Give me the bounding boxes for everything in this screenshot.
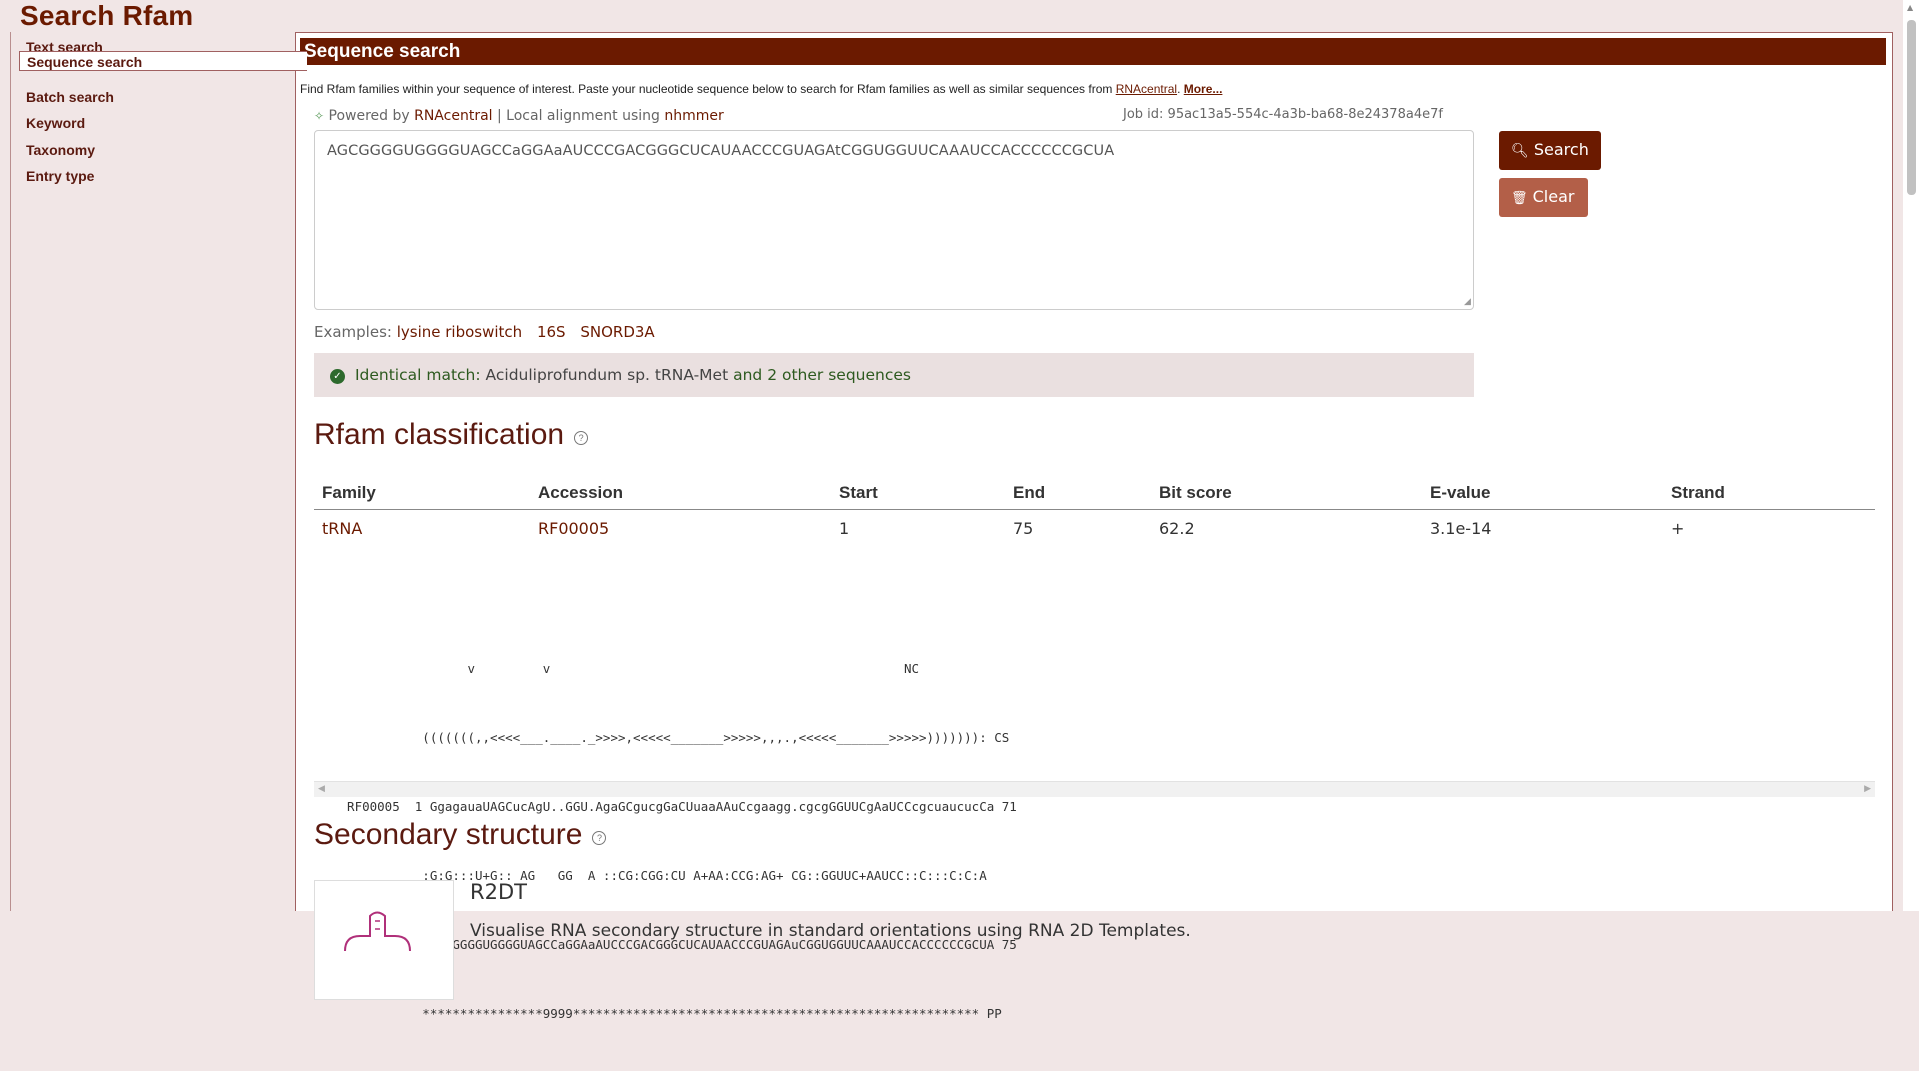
alignment-line: ****************9999********************… (332, 1006, 1002, 1021)
end-cell: 75 (1013, 519, 1034, 538)
job-id: Job id: 95ac13a5-554c-4a3b-ba68-8e24378a… (1123, 107, 1443, 122)
secondary-title-text: Secondary structure (314, 818, 583, 851)
r2dt-title[interactable]: R2DT (470, 880, 527, 904)
help-icon[interactable]: ? (592, 831, 607, 845)
scroll-left-icon[interactable]: ◀ (318, 782, 325, 797)
match-suffix[interactable]: and 2 other sequences (733, 366, 911, 384)
scroll-right-icon[interactable]: ▶ (1864, 782, 1871, 797)
classification-title-text: Rfam classification (314, 418, 565, 451)
search-button[interactable]: 🔍︎ Search (1499, 131, 1601, 170)
match-value[interactable]: Aciduliprofundum sp. tRNA-Met (486, 366, 729, 384)
clear-button-label: Clear (1532, 187, 1575, 206)
col-accession: Accession (530, 477, 831, 510)
col-bit-score: Bit score (1151, 477, 1422, 510)
sparkle-icon: ✧ (314, 109, 325, 123)
example-snord3a[interactable]: SNORD3A (580, 323, 654, 341)
alignment-line: v v NC (332, 661, 919, 676)
col-strand: Strand (1663, 477, 1875, 510)
alignment-line: RF00005 1 GgagauaUAGCucAgU..GGU.AgaGCguc… (332, 799, 1017, 814)
table-row: tRNA RF00005 1 75 62.2 3.1e-14 + (314, 510, 1875, 548)
strand-cell: + (1671, 519, 1685, 538)
section-header: Sequence search (300, 38, 1886, 65)
bit-score-cell: 62.2 (1159, 519, 1195, 538)
vertical-scrollbar[interactable]: ▲ (1903, 0, 1919, 911)
sidebar-item-taxonomy[interactable]: Taxonomy (26, 142, 95, 158)
intro-text: Find Rfam families within your sequence … (300, 82, 1222, 96)
search-icon: 🔍︎ (1511, 143, 1529, 159)
sequence-value: AGCGGGGUGGGGUAGCCaGGAaAUCCCGACGGGCUCAUAA… (327, 143, 1115, 159)
resize-handle-icon[interactable]: ◢ (1464, 297, 1471, 307)
alignment-line: (((((((,,<<<<___.____._>>>>,<<<<<_______… (332, 730, 1010, 745)
evalue-cell: 3.1e-14 (1430, 519, 1492, 538)
powered-prefix: Powered by (328, 108, 415, 124)
r2dt-thumbnail[interactable] (314, 880, 454, 1000)
results-table: Family Accession Start End Bit score E-v… (314, 477, 1875, 547)
scroll-up-icon[interactable]: ▲ (1907, 3, 1913, 12)
identical-match-banner: ✓ Identical match: Aciduliprofundum sp. … (314, 353, 1474, 397)
clear-button[interactable]: 🗑︎ Clear (1499, 178, 1588, 217)
more-link[interactable]: More... (1184, 82, 1223, 96)
help-icon[interactable]: ? (574, 431, 589, 445)
horizontal-scrollbar[interactable]: ◀ ▶ (314, 781, 1875, 797)
intro-body: Find Rfam families within your sequence … (300, 82, 1116, 96)
main-panel: Sequence search Find Rfam families withi… (295, 32, 1893, 1021)
r2dt-description: Visualise RNA secondary structure in sta… (470, 921, 1191, 941)
trash-icon: 🗑︎ (1511, 191, 1528, 206)
rfam-classification-title: Rfam classification? (314, 418, 589, 452)
scrollbar-thumb[interactable] (1907, 20, 1916, 195)
sequence-input[interactable]: AGCGGGGUGGGGUAGCCaGGAaAUCCCGACGGGCUCAUAA… (314, 130, 1474, 310)
rna-structure-icon (344, 911, 411, 952)
accession-link[interactable]: RF00005 (530, 510, 831, 548)
powered-divider: | (492, 108, 507, 124)
example-16s[interactable]: 16S (537, 323, 566, 341)
rnacentral-powered-link[interactable]: RNAcentral (414, 108, 492, 124)
start-cell: 1 (839, 519, 850, 538)
sidebar: Text search Sequence search Batch search… (10, 32, 307, 911)
nhmmer-link[interactable]: nhmmer (664, 108, 723, 124)
powered-local: Local alignment using (506, 108, 665, 124)
examples-label: Examples: (314, 323, 392, 341)
search-button-label: Search (1533, 140, 1589, 159)
example-lysine-riboswitch[interactable]: lysine riboswitch (397, 323, 522, 341)
sidebar-item-sequence-search[interactable]: Sequence search (19, 51, 307, 71)
sidebar-item-entry-type[interactable]: Entry type (26, 168, 94, 184)
col-family: Family (314, 477, 530, 510)
match-prefix: Identical match: (354, 366, 481, 384)
page-title: Search Rfam (20, 0, 194, 31)
check-circle-icon: ✓ (330, 369, 345, 384)
examples-row: Examples: lysine riboswitch 16S SNORD3A (314, 323, 665, 341)
col-end: End (1005, 477, 1151, 510)
sidebar-item-batch-search[interactable]: Batch search (26, 89, 114, 105)
family-link[interactable]: tRNA (314, 510, 530, 548)
powered-by: ✧ Powered by RNAcentral | Local alignmen… (314, 108, 724, 124)
sidebar-item-keyword[interactable]: Keyword (26, 115, 85, 131)
secondary-structure-title: Secondary structure? (314, 818, 607, 852)
intro-sep: . (1177, 82, 1184, 96)
col-start: Start (831, 477, 1005, 510)
rnacentral-link[interactable]: RNAcentral (1116, 82, 1177, 96)
alignment-block: v v NC (((((((,,<<<<___.____._>>>>,<<<<<… (314, 611, 1875, 1021)
col-evalue: E-value (1422, 477, 1663, 510)
